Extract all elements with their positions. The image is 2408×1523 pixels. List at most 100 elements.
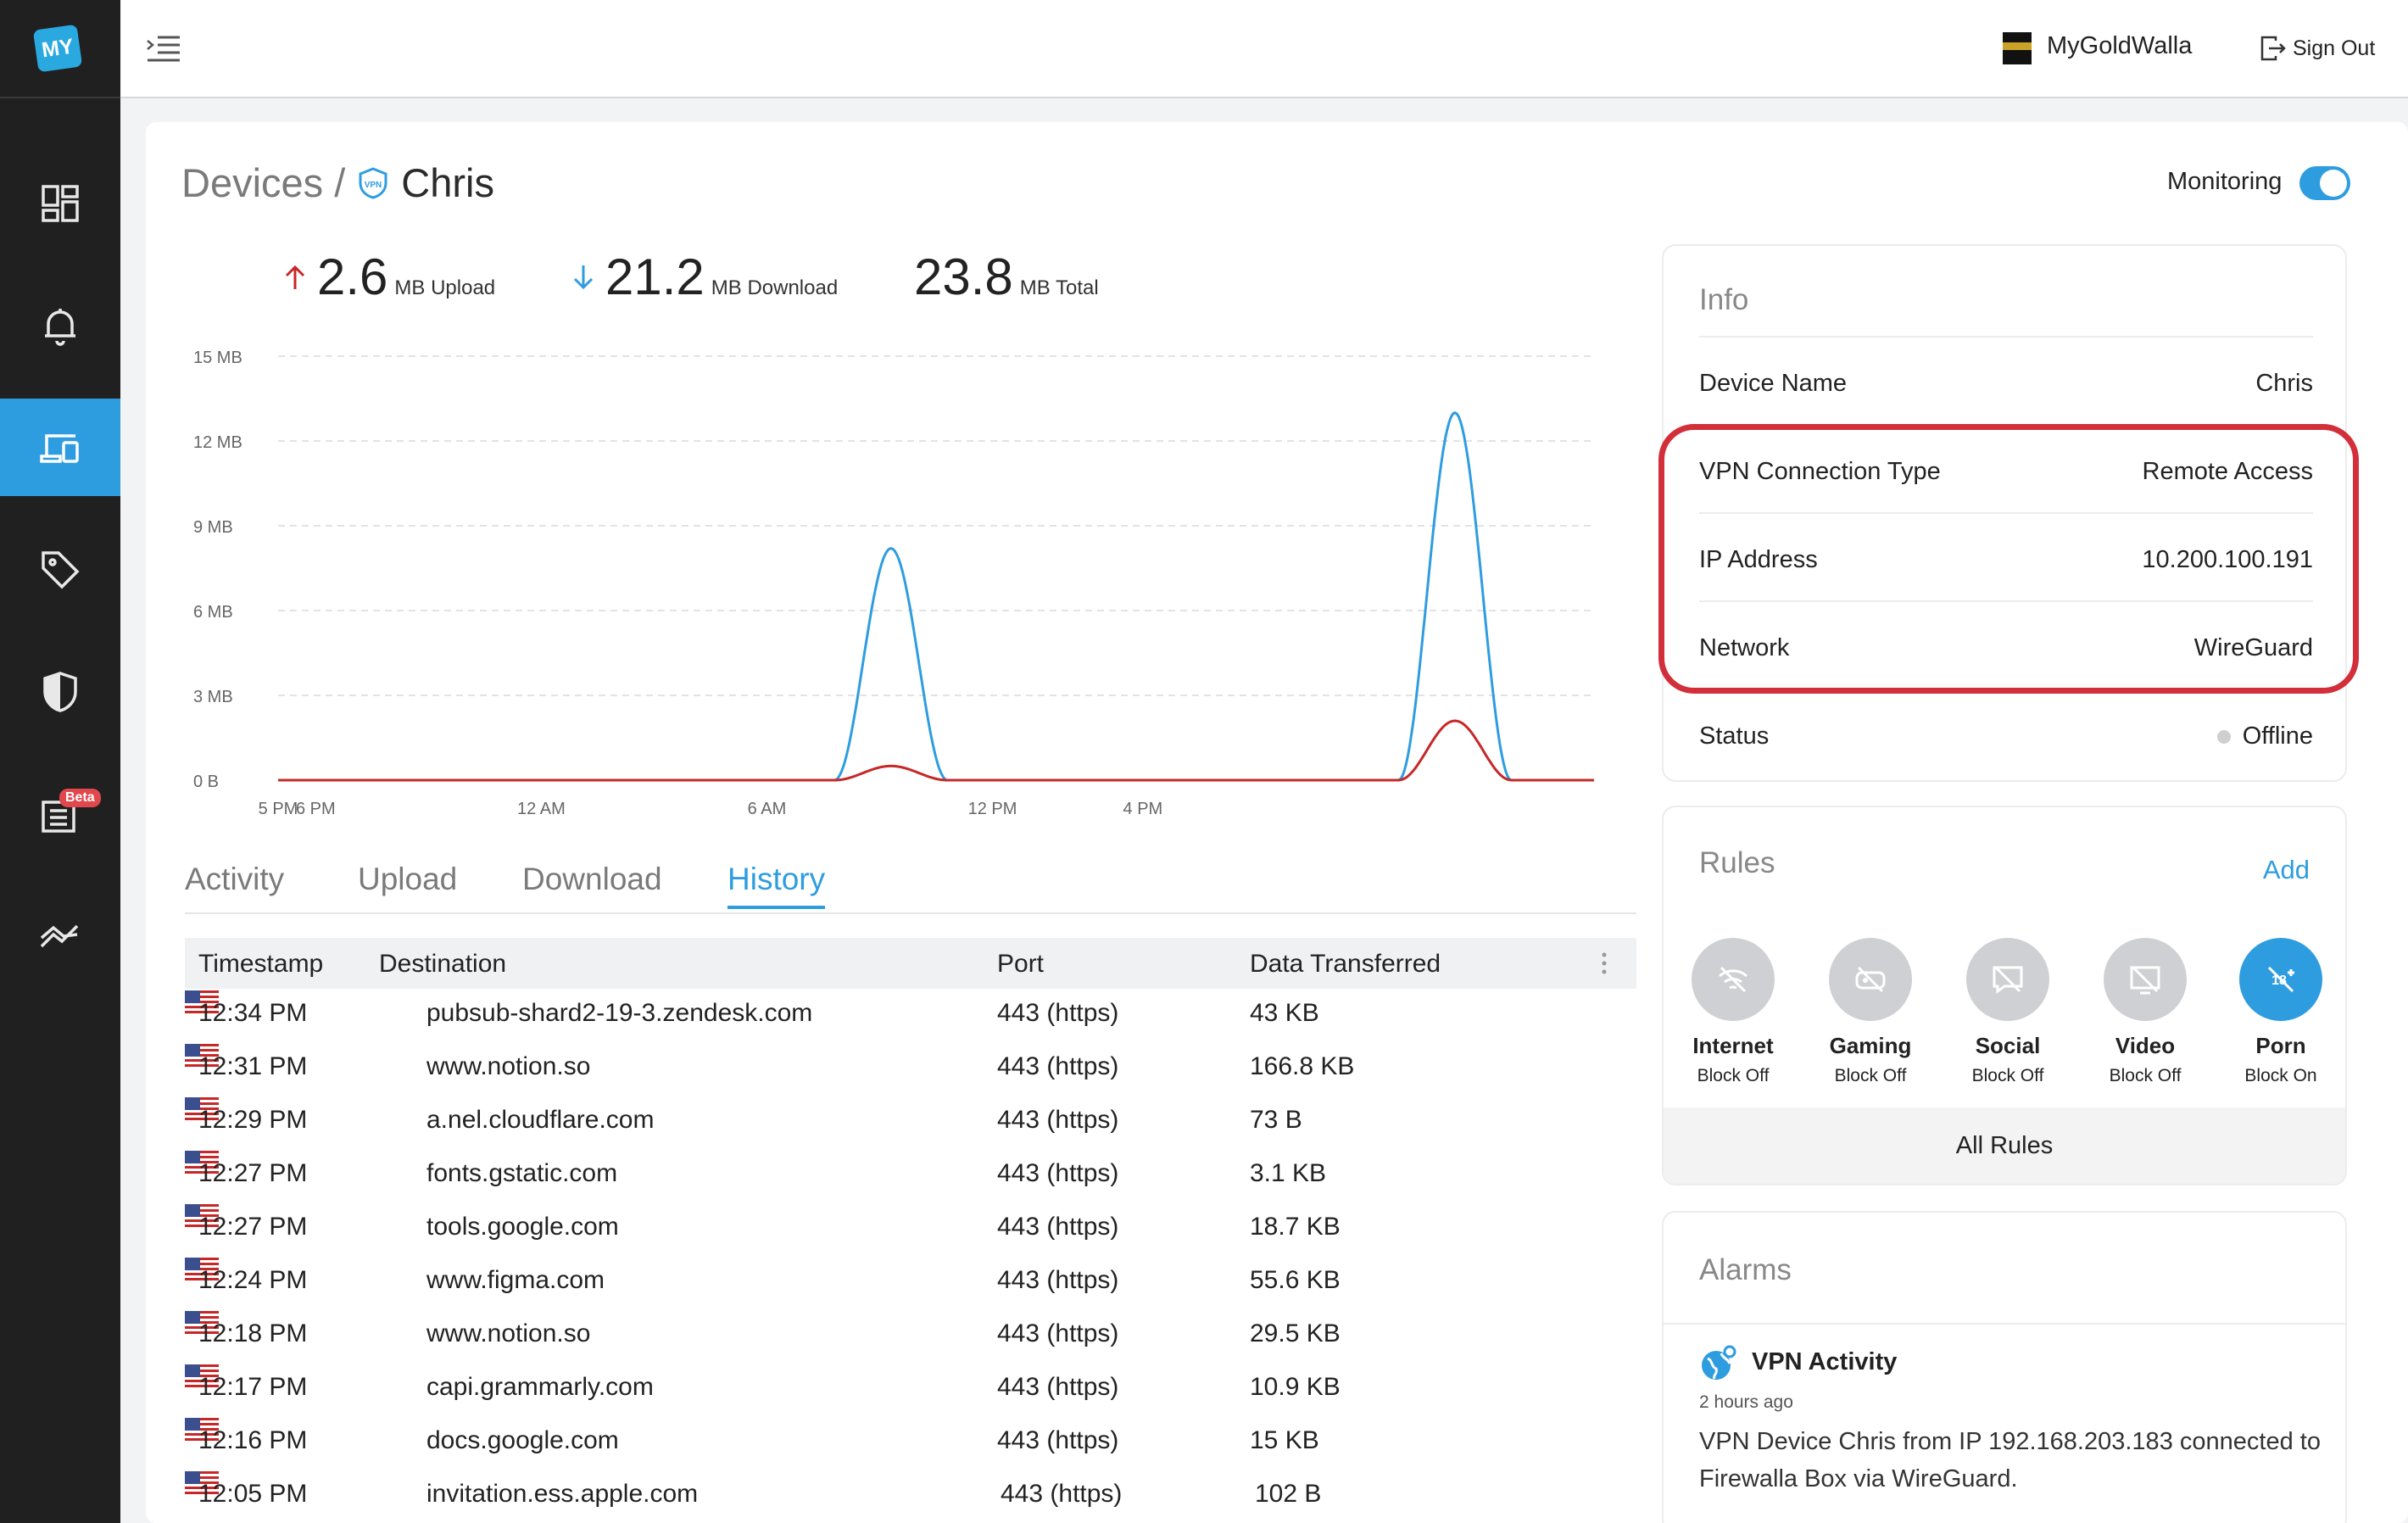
table-row[interactable]: 12:24 PM www.figma.com 443 (https) 55.6 KB — [185, 1258, 1636, 1311]
table-row[interactable]: 12:05 PM invitation.ess.apple.com 443 (htt… — [185, 1471, 1636, 1523]
table-row[interactable]: 12:27 PM fonts.gstatic.com 443 (https) 3.1 … — [185, 1151, 1636, 1204]
rule-toggle[interactable]: 18 — [2239, 938, 2322, 1021]
x-tick-label: 6 AM — [748, 800, 787, 818]
status-value: Offline — [2242, 722, 2313, 750]
cell-destination: invitation.ess.apple.com — [426, 1480, 699, 1508]
table-row[interactable]: 12:29 PM a.nel.cloudflare.com 443 (https) 7… — [185, 1097, 1636, 1151]
rule-internet[interactable]: Internet Block Off — [1682, 938, 1784, 1086]
cell-timestamp: 12:27 PM — [198, 1159, 308, 1187]
alarms-panel: Alarms VPN Activity 2 hours ago VPN Devi… — [1662, 1211, 2347, 1523]
rules-panel: Rules Add Internet Block Off Gaming Bloc… — [1662, 806, 2347, 1185]
rule-porn[interactable]: 18 Porn Block On — [2230, 938, 2332, 1086]
nav-dashboard[interactable] — [0, 154, 120, 252]
cell-port: 443 (https) — [997, 1213, 1119, 1241]
cell-timestamp: 12:24 PM — [198, 1266, 308, 1294]
table-row[interactable]: 12:27 PM tools.google.com 443 (https) 18.7 … — [185, 1204, 1636, 1258]
info-key: Status — [1699, 722, 1770, 750]
total-value: 23.8 — [914, 248, 1013, 305]
tab-download[interactable]: Download — [522, 862, 662, 897]
cell-port: 443 (https) — [997, 1052, 1119, 1080]
monitoring-toggle[interactable] — [2299, 166, 2350, 200]
menu-toggle-icon[interactable] — [146, 34, 181, 64]
cell-data: 29.5 KB — [1250, 1319, 1341, 1347]
video-off-icon — [2130, 966, 2160, 995]
highlight-annotation — [1658, 424, 2359, 694]
table-row[interactable]: 12:16 PM docs.google.com 443 (https) 15 KB — [185, 1418, 1636, 1471]
rule-state: Block On — [2244, 1066, 2317, 1085]
shield-icon — [43, 671, 77, 712]
cell-port: 443 (https) — [997, 1159, 1119, 1187]
table-row[interactable]: 12:31 PM www.notion.so 443 (https) 166.8 KB — [185, 1044, 1636, 1097]
cell-port: 443 (https) — [997, 1319, 1119, 1347]
info-title: Info — [1699, 283, 1749, 316]
column-options-icon[interactable] — [1601, 951, 1608, 975]
cell-timestamp: 12:16 PM — [198, 1426, 308, 1454]
cell-data: 10.9 KB — [1250, 1373, 1341, 1401]
x-tick-label: 4 PM — [1123, 800, 1163, 818]
cell-destination: pubsub-shard2-19-3.zendesk.com — [426, 999, 813, 1027]
cell-data: 166.8 KB — [1250, 1052, 1355, 1080]
rule-name: Internet — [1692, 1033, 1774, 1058]
tag-icon — [42, 550, 80, 589]
info-value: Chris — [2255, 370, 2313, 398]
y-tick-label: 12 MB — [193, 433, 242, 452]
table-row[interactable]: 12:18 PM www.notion.so 443 (https) 29.5 KB — [185, 1311, 1636, 1364]
download-unit: MB Download — [711, 276, 839, 299]
cell-data: 43 KB — [1250, 999, 1319, 1027]
nav-devices[interactable] — [0, 399, 120, 496]
cell-timestamp: 12:29 PM — [198, 1106, 308, 1134]
info-row-device-name: Device Name Chris — [1699, 336, 2313, 424]
sign-out-button[interactable]: Sign Out — [2259, 34, 2375, 63]
cell-data: 55.6 KB — [1250, 1266, 1341, 1294]
adult-block-icon: 18 — [2267, 966, 2294, 993]
cell-data: 15 KB — [1250, 1426, 1319, 1454]
alarms-title: Alarms — [1699, 1253, 1792, 1286]
rule-social[interactable]: Social Block Off — [1957, 938, 2059, 1086]
nav-security[interactable] — [0, 643, 120, 740]
box-name[interactable]: MyGoldWalla — [2047, 32, 2192, 60]
tab-activity[interactable]: Activity — [185, 862, 284, 897]
rule-toggle[interactable] — [1692, 938, 1775, 1021]
nav-tags[interactable] — [0, 521, 120, 618]
breadcrumb-devices[interactable]: Devices / — [181, 159, 345, 206]
cell-timestamp: 12:17 PM — [198, 1373, 308, 1401]
rule-toggle[interactable] — [1829, 938, 1912, 1021]
divider — [1664, 1323, 2345, 1325]
total-unit: MB Total — [1019, 276, 1099, 299]
column-destination[interactable]: Destination — [379, 950, 506, 979]
table-row[interactable]: 12:17 PM capi.grammarly.com 443 (https) 10.… — [185, 1364, 1636, 1418]
logo-mark: MY — [32, 24, 83, 73]
nav-network-flows[interactable] — [0, 887, 120, 985]
cell-timestamp: 12:18 PM — [198, 1319, 308, 1347]
x-tick-label: 12 AM — [517, 800, 566, 818]
nav-alarms[interactable] — [0, 276, 120, 374]
upload-stat: 2.6 MB Upload — [280, 248, 495, 306]
cell-timestamp: 12:27 PM — [198, 1213, 308, 1241]
cell-port: 443 (https) — [997, 1373, 1119, 1401]
nav-reports[interactable]: Beta — [0, 765, 120, 862]
logo[interactable]: MY — [0, 0, 120, 98]
rule-gaming[interactable]: Gaming Block Off — [1820, 938, 1921, 1086]
info-value: Offline — [2216, 722, 2313, 750]
cell-destination: fonts.gstatic.com — [426, 1159, 618, 1187]
cell-data: 3.1 KB — [1250, 1159, 1327, 1187]
table-row[interactable]: 12:34 PM pubsub-shard2-19-3.zendesk.com 44… — [185, 990, 1636, 1044]
sign-out-label: Sign Out — [2293, 36, 2376, 60]
rule-video[interactable]: Video Block Off — [2094, 938, 2196, 1086]
tab-upload[interactable]: Upload — [358, 862, 457, 897]
add-rule-button[interactable]: Add — [2263, 855, 2310, 885]
column-timestamp[interactable]: Timestamp — [198, 950, 323, 979]
all-rules-button[interactable]: All Rules — [1664, 1107, 2345, 1184]
alarm-title[interactable]: VPN Activity — [1752, 1348, 1897, 1376]
rule-toggle[interactable] — [1966, 938, 2049, 1021]
column-data-transferred[interactable]: Data Transferred — [1250, 950, 1441, 979]
cell-timestamp: 12:34 PM — [198, 999, 308, 1027]
rule-toggle[interactable] — [2104, 938, 2187, 1021]
column-port[interactable]: Port — [997, 950, 1044, 979]
device-name-value[interactable]: Chris — [2255, 370, 2313, 398]
x-tick-label: 5 PM — [259, 800, 298, 818]
cell-port: 443 (https) — [997, 1266, 1119, 1294]
cell-data: 18.7 KB — [1250, 1213, 1341, 1241]
rules-title: Rules — [1699, 846, 1775, 879]
tab-history[interactable]: History — [727, 862, 826, 909]
